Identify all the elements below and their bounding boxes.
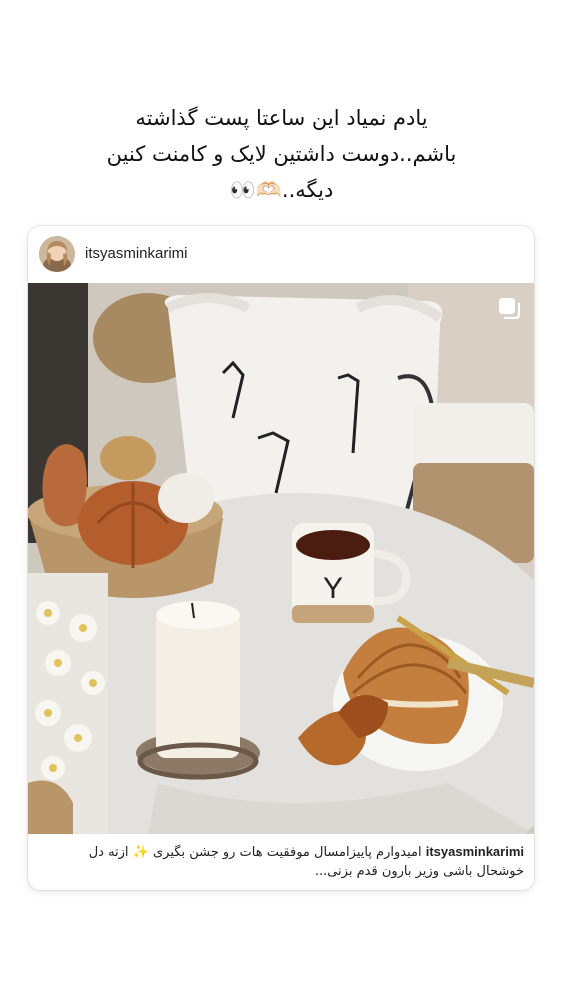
post-photo[interactable]: Y <box>28 283 534 834</box>
shared-post-card[interactable]: itsyasminkarimi Y itsyasminkarimi امیدوا… <box>28 226 534 890</box>
post-username[interactable]: itsyasminkarimi <box>85 245 188 262</box>
story-text-line-3: دیگه..🫶🏻👀 <box>229 178 334 202</box>
caption-username[interactable]: itsyasminkarimi <box>426 844 524 859</box>
story-text: یادم نمیاد این ساعتا پست گذاشته باشم..دو… <box>40 100 523 208</box>
story-text-line-1: یادم نمیاد این ساعتا پست گذاشته <box>135 106 428 130</box>
post-header[interactable]: itsyasminkarimi <box>28 226 534 283</box>
mug-letter: Y <box>323 572 343 605</box>
avatar-image <box>39 236 75 272</box>
post-caption: itsyasminkarimi امیدوارم پاییزامسال موفق… <box>38 842 524 881</box>
avatar[interactable] <box>39 236 75 272</box>
multiple-posts-icon <box>498 297 520 319</box>
story-text-line-2: باشم..دوست داشتین لایک و کامنت کنین <box>106 142 457 166</box>
post-photo-illustration: Y <box>28 283 534 834</box>
